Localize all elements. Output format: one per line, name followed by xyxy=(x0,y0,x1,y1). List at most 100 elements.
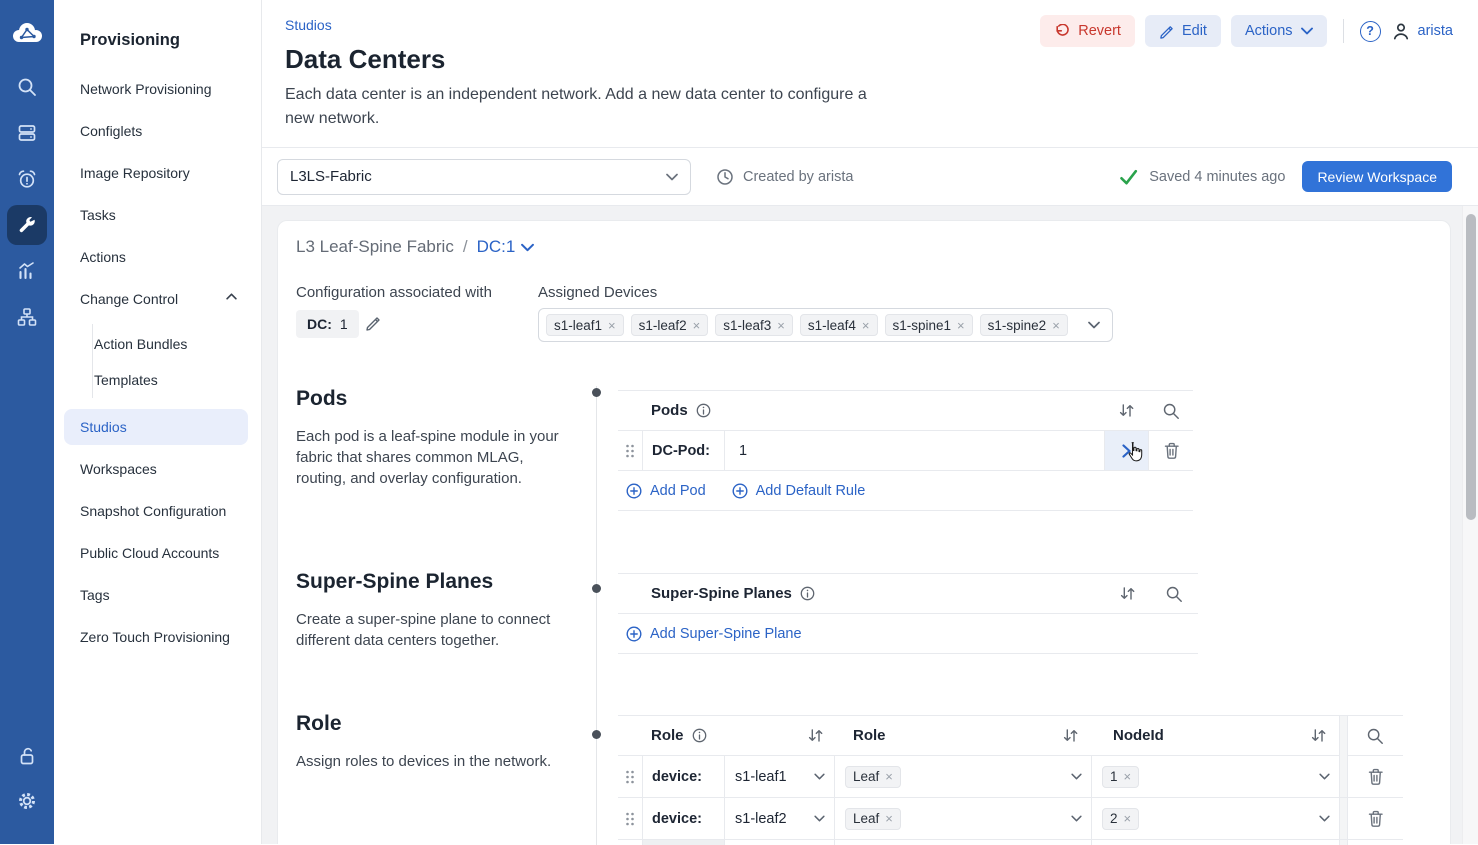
superspine-section-description: Create a super-spine plane to connect di… xyxy=(296,609,570,651)
undo-icon xyxy=(1054,24,1070,39)
remove-icon[interactable] xyxy=(608,319,616,332)
sort-icon[interactable] xyxy=(1310,729,1327,742)
sidebar-item-studios[interactable]: Studios xyxy=(64,409,248,445)
unlock-icon[interactable] xyxy=(0,745,54,767)
delete-role-row-button[interactable] xyxy=(1348,798,1402,839)
breadcrumb-separator: / xyxy=(463,237,468,257)
devices-icon[interactable] xyxy=(0,122,54,144)
role-select[interactable]: Leaf xyxy=(834,798,1091,839)
table-scrollbar-track[interactable] xyxy=(1339,756,1348,797)
nodeid-select[interactable]: 1 xyxy=(1091,756,1339,797)
add-pod-link[interactable]: Add Pod xyxy=(626,483,706,499)
delete-role-row-button[interactable] xyxy=(1348,756,1402,797)
table-scrollbar-track[interactable] xyxy=(1339,798,1348,839)
studio-breadcrumb-current[interactable]: DC:1 xyxy=(477,237,535,257)
pods-add-row: Add Pod Add Default Rule xyxy=(618,471,1193,511)
page-scrollbar-track[interactable] xyxy=(1462,206,1478,844)
chevron-down-icon xyxy=(521,243,534,252)
dc-tag: DC: 1 xyxy=(296,310,359,338)
remove-icon[interactable] xyxy=(885,770,893,783)
review-workspace-button[interactable]: Review Workspace xyxy=(1302,161,1452,192)
sidebar-item-snapshot-configuration[interactable]: Snapshot Configuration xyxy=(80,501,226,521)
chevron-up-icon[interactable] xyxy=(226,293,237,300)
help-icon[interactable] xyxy=(1360,21,1381,42)
add-superspine-plane-link[interactable]: Add Super-Spine Plane xyxy=(626,626,802,642)
search-icon[interactable] xyxy=(0,76,54,98)
remove-icon[interactable] xyxy=(862,319,870,332)
nodeid-select[interactable]: 2 xyxy=(1091,798,1339,839)
remove-icon[interactable] xyxy=(885,812,893,825)
edit-button[interactable]: Edit xyxy=(1145,15,1221,47)
chevron-down-icon xyxy=(1071,773,1082,780)
role-tag-label: Leaf xyxy=(853,769,879,784)
drag-handle-icon[interactable] xyxy=(618,756,642,797)
pod-name-input[interactable]: 1 xyxy=(724,431,1104,470)
add-default-rule-label: Add Default Rule xyxy=(756,483,866,499)
studio-breadcrumb-parent[interactable]: L3 Leaf-Spine Fabric xyxy=(296,237,454,257)
sort-icon[interactable] xyxy=(1105,587,1149,600)
sidebar-item-image-repository[interactable]: Image Repository xyxy=(80,163,190,183)
sidebar-item-templates[interactable]: Templates xyxy=(94,370,158,390)
remove-icon[interactable] xyxy=(1124,812,1132,825)
sidebar-item-actions[interactable]: Actions xyxy=(80,247,126,267)
metrics-icon[interactable] xyxy=(0,260,54,282)
breadcrumb-studios[interactable]: Studios xyxy=(285,17,332,33)
pod-row: DC-Pod: 1 xyxy=(618,431,1193,471)
sidebar-item-change-control[interactable]: Change Control xyxy=(80,289,178,309)
studio-breadcrumb: L3 Leaf-Spine Fabric / DC:1 xyxy=(296,237,534,257)
topology-icon[interactable] xyxy=(0,306,54,328)
chevron-down-icon[interactable] xyxy=(1088,321,1100,329)
remove-icon[interactable] xyxy=(1124,770,1132,783)
subnav-guide-line xyxy=(92,324,93,398)
provisioning-nav-active[interactable] xyxy=(7,205,47,245)
sort-icon[interactable] xyxy=(807,729,824,742)
dc-tag-value: 1 xyxy=(340,316,348,332)
sort-icon[interactable] xyxy=(1104,404,1148,417)
search-icon[interactable] xyxy=(1348,727,1402,745)
search-icon[interactable] xyxy=(1148,402,1193,420)
role-col3-text: NodeId xyxy=(1113,727,1164,744)
device-select[interactable]: s1-leaf2 xyxy=(724,798,834,839)
sidebar-item-network-provisioning[interactable]: Network Provisioning xyxy=(80,79,212,99)
sidebar-item-workspaces[interactable]: Workspaces xyxy=(80,459,157,479)
role-tag: Leaf xyxy=(845,808,901,830)
role-select[interactable]: Leaf xyxy=(834,756,1091,797)
pencil-icon xyxy=(1159,24,1174,39)
settings-gear-icon[interactable] xyxy=(0,790,54,812)
edit-dc-pencil-icon[interactable] xyxy=(365,315,381,331)
sort-icon[interactable] xyxy=(1062,729,1079,742)
sidebar-item-zero-touch-provisioning[interactable]: Zero Touch Provisioning xyxy=(80,627,230,647)
device-tag: s1-spine1 xyxy=(885,314,973,336)
sidebar-item-tags[interactable]: Tags xyxy=(80,585,110,605)
device-tag: s1-leaf1 xyxy=(546,314,624,336)
actions-button[interactable]: Actions xyxy=(1231,15,1327,47)
table-scrollbar-track[interactable] xyxy=(1339,716,1348,756)
superspine-section-title: Super-Spine Planes xyxy=(296,570,493,594)
remove-icon[interactable] xyxy=(957,319,965,332)
sidebar-item-action-bundles[interactable]: Action Bundles xyxy=(94,334,187,354)
assigned-devices-select[interactable]: s1-leaf1 s1-leaf2 s1-leaf3 s1-leaf4 s1-s… xyxy=(538,308,1113,342)
drag-handle-icon[interactable] xyxy=(618,798,642,839)
device-select[interactable]: s1-leaf1 xyxy=(724,756,834,797)
role-tag-label: Leaf xyxy=(853,811,879,826)
sidebar-item-tasks[interactable]: Tasks xyxy=(80,205,116,225)
drag-handle-icon[interactable] xyxy=(618,431,642,470)
user-menu[interactable]: arista xyxy=(1391,21,1453,41)
device-tag-label: s1-leaf3 xyxy=(723,318,771,333)
expand-pod-button[interactable] xyxy=(1104,431,1148,470)
remove-icon[interactable] xyxy=(693,319,701,332)
delete-pod-button[interactable] xyxy=(1148,431,1193,470)
revert-button[interactable]: Revert xyxy=(1040,15,1135,47)
search-icon[interactable] xyxy=(1149,585,1198,603)
remove-icon[interactable] xyxy=(777,319,785,332)
cloudvision-logo-icon[interactable] xyxy=(0,21,54,47)
page-scrollbar-thumb[interactable] xyxy=(1466,214,1476,520)
chevron-down-icon xyxy=(814,773,825,780)
info-icon xyxy=(692,728,707,743)
sidebar-item-public-cloud-accounts[interactable]: Public Cloud Accounts xyxy=(80,543,219,563)
sidebar-item-configlets[interactable]: Configlets xyxy=(80,121,142,141)
add-default-rule-link[interactable]: Add Default Rule xyxy=(732,483,866,499)
events-alarm-icon[interactable] xyxy=(0,168,54,190)
workspace-select[interactable]: L3LS-Fabric xyxy=(277,159,691,195)
remove-icon[interactable] xyxy=(1052,319,1060,332)
